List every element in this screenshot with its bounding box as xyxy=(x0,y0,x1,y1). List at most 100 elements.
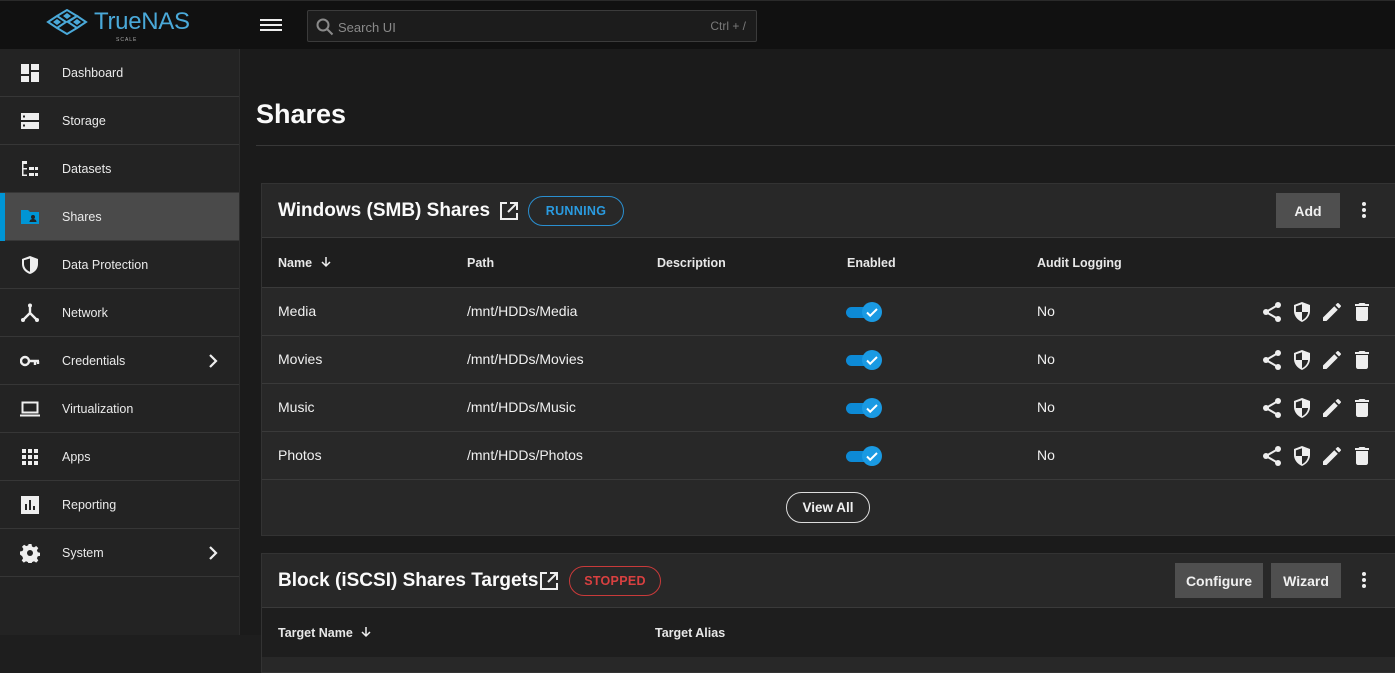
smb-add-button[interactable]: Add xyxy=(1276,193,1340,228)
check-icon xyxy=(866,356,878,366)
toggle-knob xyxy=(862,446,882,466)
column-header-audit-logging[interactable]: Audit Logging xyxy=(1037,256,1122,270)
delete-trash-icon[interactable] xyxy=(1350,300,1374,324)
sidebar-item-data-protection[interactable]: Data Protection xyxy=(0,241,239,289)
table-row[interactable]: Movies/mnt/HDDs/Movies No xyxy=(262,335,1395,383)
audit-logging-value: No xyxy=(1037,399,1055,415)
menu-toggle-button[interactable] xyxy=(260,16,282,34)
edit-pencil-icon[interactable] xyxy=(1320,396,1344,420)
sidebar-item-shares[interactable]: Shares xyxy=(0,193,239,241)
sidebar-item-credentials[interactable]: Credentials xyxy=(0,337,239,385)
edit-pencil-icon[interactable] xyxy=(1320,300,1344,324)
key-icon xyxy=(20,355,40,367)
iscsi-configure-button[interactable]: Configure xyxy=(1175,563,1263,598)
enabled-toggle[interactable] xyxy=(846,446,882,466)
datasets-icon xyxy=(22,161,38,176)
shield-permissions-icon[interactable] xyxy=(1290,396,1314,420)
enabled-toggle[interactable] xyxy=(846,398,882,418)
chevron-right-icon xyxy=(209,546,218,560)
storage-icon xyxy=(21,113,39,129)
sidebar-item-label: Datasets xyxy=(62,161,112,176)
sidebar-item-label: Credentials xyxy=(62,353,126,368)
delete-trash-icon[interactable] xyxy=(1350,444,1374,468)
apps-grid-icon xyxy=(22,449,38,465)
share-acl-icon[interactable] xyxy=(1260,300,1284,324)
column-header-target-name[interactable]: Target Name xyxy=(278,626,372,640)
table-row[interactable]: Music/mnt/HDDs/Music No xyxy=(262,383,1395,431)
share-path: /mnt/HDDs/Photos xyxy=(467,447,583,463)
column-header-target-alias[interactable]: Target Alias xyxy=(655,626,725,640)
view-all-button[interactable]: View All xyxy=(786,492,870,523)
sidebar-item-virtualization[interactable]: Virtualization xyxy=(0,385,239,433)
share-path: /mnt/HDDs/Movies xyxy=(467,351,584,367)
column-header-name[interactable]: Name xyxy=(278,256,332,270)
hamburger-line xyxy=(260,24,282,26)
open-in-new-icon[interactable] xyxy=(539,571,559,591)
search-input[interactable] xyxy=(338,15,698,39)
smb-card-title[interactable]: Windows (SMB) Shares xyxy=(278,200,490,222)
column-header-path[interactable]: Path xyxy=(467,256,494,270)
open-in-new-icon[interactable] xyxy=(499,201,519,221)
table-row[interactable]: Media/mnt/HDDs/Media No xyxy=(262,287,1395,335)
page-title: Shares xyxy=(256,99,347,129)
column-header-enabled[interactable]: Enabled xyxy=(847,256,896,270)
shield-permissions-icon[interactable] xyxy=(1290,444,1314,468)
sidebar-item-system[interactable]: System xyxy=(0,529,239,577)
sidebar-item-reporting[interactable]: Reporting xyxy=(0,481,239,529)
share-acl-icon[interactable] xyxy=(1260,348,1284,372)
sidebar-item-label: Shares xyxy=(62,209,102,224)
sidebar-item-label: Storage xyxy=(62,113,106,128)
chevron-right-icon xyxy=(209,354,218,368)
smb-status-badge: RUNNING xyxy=(528,196,624,226)
smb-shares-card: Windows (SMB) Shares RUNNING Add Name Pa… xyxy=(261,183,1395,536)
search-box[interactable]: Ctrl + / xyxy=(307,10,757,42)
toggle-knob xyxy=(862,350,882,370)
iscsi-card-title[interactable]: Block (iSCSI) Shares Targets xyxy=(278,570,538,592)
edit-pencil-icon[interactable] xyxy=(1320,444,1344,468)
laptop-icon xyxy=(20,401,40,417)
delete-trash-icon[interactable] xyxy=(1350,396,1374,420)
share-acl-icon[interactable] xyxy=(1260,396,1284,420)
enabled-toggle[interactable] xyxy=(846,350,882,370)
delete-trash-icon[interactable] xyxy=(1350,348,1374,372)
iscsi-card-header: Block (iSCSI) Shares Targets STOPPED Con… xyxy=(262,554,1395,607)
smb-more-menu-icon[interactable] xyxy=(1361,201,1367,221)
sidebar-item-label: Virtualization xyxy=(62,401,134,416)
table-row[interactable]: Photos/mnt/HDDs/Photos No xyxy=(262,431,1395,479)
sidebar-item-label: System xyxy=(62,545,104,560)
sidebar-item-dashboard[interactable]: Dashboard xyxy=(0,49,239,97)
shield-permissions-icon[interactable] xyxy=(1290,300,1314,324)
shares-icon xyxy=(21,210,39,224)
sidebar-item-storage[interactable]: Storage xyxy=(0,97,239,145)
truenas-logo[interactable]: TrueNAS SCALE xyxy=(46,8,190,43)
audit-logging-value: No xyxy=(1037,447,1055,463)
search-icon xyxy=(316,18,334,36)
column-header-name-label: Name xyxy=(278,256,313,270)
toggle-knob xyxy=(862,398,882,418)
audit-logging-value: No xyxy=(1037,303,1055,319)
sidebar-item-label: Dashboard xyxy=(62,65,124,80)
shield-permissions-icon[interactable] xyxy=(1290,348,1314,372)
iscsi-more-menu-icon[interactable] xyxy=(1361,571,1367,591)
sidebar-item-apps[interactable]: Apps xyxy=(0,433,239,481)
iscsi-status-badge: STOPPED xyxy=(569,566,661,596)
share-acl-icon[interactable] xyxy=(1260,444,1284,468)
gear-icon xyxy=(20,544,40,563)
main-content: Shares Windows (SMB) Shares RUNNING Add … xyxy=(240,49,1395,673)
sidebar-item-label: Network xyxy=(62,305,108,320)
hamburger-line xyxy=(260,19,282,21)
truenas-logo-icon xyxy=(46,9,88,35)
iscsi-wizard-button[interactable]: Wizard xyxy=(1271,563,1341,598)
check-icon xyxy=(866,452,878,462)
sidebar-item-datasets[interactable]: Datasets xyxy=(0,145,239,193)
brand-name: TrueNAS xyxy=(94,8,190,35)
dashboard-icon xyxy=(21,64,39,82)
share-name: Movies xyxy=(278,351,323,367)
sidebar-item-network[interactable]: Network xyxy=(0,289,239,337)
edit-pencil-icon[interactable] xyxy=(1320,348,1344,372)
smb-card-footer: View All xyxy=(262,479,1395,535)
title-divider xyxy=(256,145,1395,146)
column-header-description[interactable]: Description xyxy=(657,256,726,270)
enabled-toggle[interactable] xyxy=(846,302,882,322)
share-name: Music xyxy=(278,399,315,415)
